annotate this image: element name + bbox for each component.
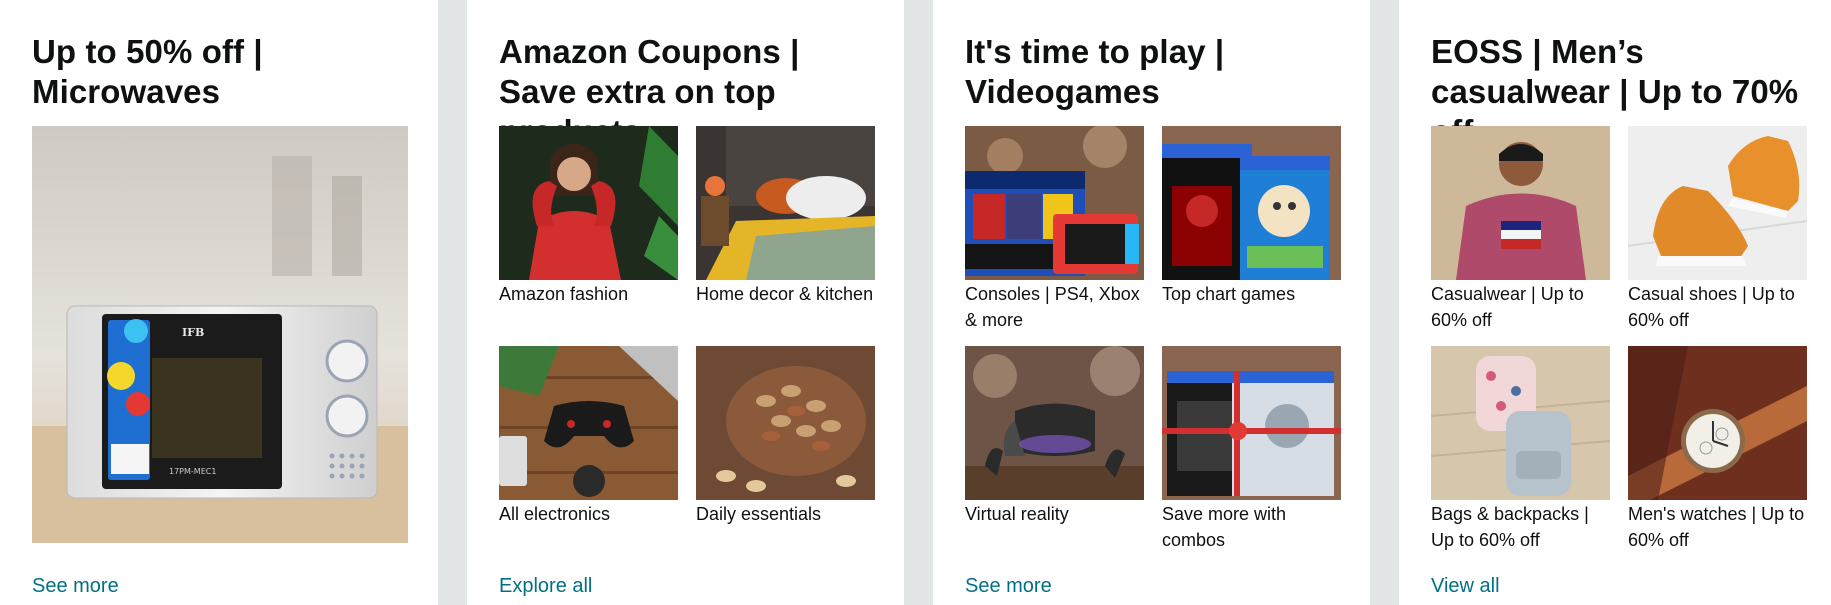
- tile-label: Consoles | PS4, Xbox & more: [965, 284, 1140, 330]
- tile-label: Casual shoes | Up to 60% off: [1628, 284, 1795, 330]
- brand-logo: IFB: [182, 326, 204, 339]
- card-microwaves: Up to 50% off | Microwaves IFB 17PM-MEC1: [0, 0, 438, 605]
- explore-all-link[interactable]: Explore all: [499, 573, 592, 599]
- vr-image: [965, 346, 1144, 500]
- tile-grid: Amazon fashion Home decor & kitchen All …: [499, 126, 877, 562]
- card-amazon-coupons: Amazon Coupons | Save extra on top produ…: [467, 0, 904, 605]
- see-more-link[interactable]: See more: [965, 573, 1052, 599]
- tile-top-chart-games[interactable]: Top chart games: [1162, 126, 1341, 307]
- essentials-image: [696, 346, 875, 500]
- tile-label: Save more with combos: [1162, 504, 1287, 550]
- card-videogames: It's time to play | Videogames Consoles …: [933, 0, 1370, 605]
- tile-casualwear[interactable]: Casualwear | Up to 60% off: [1431, 126, 1610, 333]
- bags-image: [1431, 346, 1610, 500]
- tile-mens-watches[interactable]: Men's watches | Up to 60% off: [1628, 346, 1807, 553]
- card-title: Up to 50% off | Microwaves: [32, 33, 263, 110]
- tile-bags-backpacks[interactable]: Bags & backpacks | Up to 60% off: [1431, 346, 1610, 553]
- tile-label: Casualwear | Up to 60% off: [1431, 284, 1584, 330]
- view-all-link[interactable]: View all: [1431, 573, 1500, 599]
- tile-label: Home decor & kitchen: [696, 284, 874, 304]
- tile-home-decor[interactable]: Home decor & kitchen: [696, 126, 875, 307]
- tile-label: Bags & backpacks | Up to 60% off: [1431, 504, 1589, 550]
- see-more-link[interactable]: See more: [32, 573, 119, 599]
- combos-image: [1162, 346, 1341, 500]
- model-label: 17PM-MEC1: [169, 467, 216, 476]
- tile-amazon-fashion[interactable]: Amazon fashion: [499, 126, 678, 307]
- tile-virtual-reality[interactable]: Virtual reality: [965, 346, 1144, 527]
- tile-grid: Consoles | PS4, Xbox & more Top chart ga…: [965, 126, 1343, 562]
- tile-casual-shoes[interactable]: Casual shoes | Up to 60% off: [1628, 126, 1807, 333]
- card-title: It's time to play | Videogames: [965, 33, 1225, 110]
- tile-label: Daily essentials: [696, 504, 822, 524]
- card-title: EOSS | Men’s casualwear | Up to 70% off: [1431, 33, 1799, 150]
- card-mens-casualwear: EOSS | Men’s casualwear | Up to 70% off …: [1399, 0, 1831, 605]
- tile-daily-essentials[interactable]: Daily essentials: [696, 346, 875, 527]
- tile-consoles[interactable]: Consoles | PS4, Xbox & more: [965, 126, 1144, 333]
- tile-grid: Casualwear | Up to 60% off Casual shoes …: [1431, 126, 1809, 562]
- tile-label: Men's watches | Up to 60% off: [1628, 504, 1805, 550]
- tile-label: Virtual reality: [965, 504, 1069, 524]
- tile-label: Top chart games: [1162, 284, 1296, 304]
- home-decor-image: [696, 126, 875, 280]
- electronics-image: [499, 346, 678, 500]
- shoes-image: [1628, 126, 1807, 280]
- watch-image: [1628, 346, 1807, 500]
- games-image: [1162, 126, 1341, 280]
- tile-all-electronics[interactable]: All electronics: [499, 346, 678, 527]
- casualwear-image: [1431, 126, 1610, 280]
- tile-label: Amazon fashion: [499, 284, 629, 304]
- consoles-image: [965, 126, 1144, 280]
- fashion-image: [499, 126, 678, 280]
- card-title: Amazon Coupons | Save extra on top produ…: [499, 33, 800, 150]
- tile-label: All electronics: [499, 504, 611, 524]
- tile-combos[interactable]: Save more with combos: [1162, 346, 1341, 553]
- microwave-image[interactable]: IFB 17PM-MEC1: [32, 126, 408, 543]
